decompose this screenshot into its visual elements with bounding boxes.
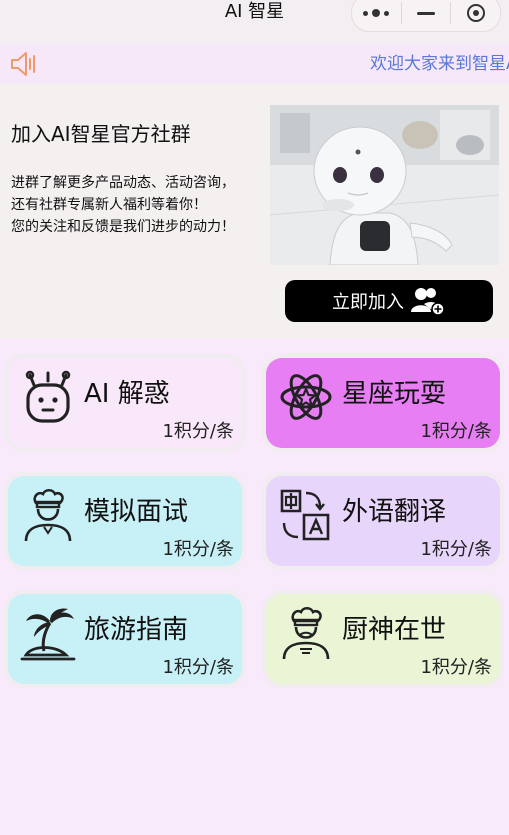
community-card: 加入AI智星官方社群 进群了解更多产品动态、活动咨询， 还有社群专属新人福利等着… (0, 84, 509, 338)
feature-name: 模拟面试 (84, 497, 189, 527)
speaker-icon (11, 52, 35, 76)
community-description: 进群了解更多产品动态、活动咨询， 还有社群专属新人福利等着你！ 您的关注和反馈是… (11, 172, 235, 238)
notice-bar: 欢迎大家来到智星AI (0, 44, 509, 84)
feature-cost: 1积分/条 (162, 421, 234, 442)
feature-cost: 1积分/条 (420, 539, 492, 560)
join-community-button[interactable]: 立即加入 (285, 280, 493, 322)
feature-card-translate[interactable]: 外语翻译 1积分/条 (266, 476, 500, 566)
minimize-button[interactable] (402, 0, 451, 31)
feature-cost: 1积分/条 (420, 421, 492, 442)
feature-cost: 1积分/条 (162, 657, 234, 678)
robot-face-icon (25, 370, 71, 423)
add-group-icon (411, 288, 445, 316)
feature-card-travel[interactable]: 旅游指南 1积分/条 (8, 594, 242, 684)
join-button-label: 立即加入 (332, 292, 404, 313)
close-button[interactable] (451, 0, 500, 31)
description-line: 进群了解更多产品动态、活动咨询， (11, 175, 235, 191)
description-line: 还有社群专属新人福利等着你！ (11, 197, 207, 213)
feature-card-ai-qa[interactable]: AI 解惑 1积分/条 (8, 358, 242, 448)
atom-star-icon (280, 374, 332, 420)
feature-name: 外语翻译 (342, 497, 447, 527)
notice-text: 欢迎大家来到智星AI (370, 54, 509, 74)
more-button[interactable] (352, 0, 401, 31)
title-bar: AI 智星 (0, 0, 509, 44)
mini-program-capsule (351, 0, 501, 32)
feature-name: 星座玩耍 (342, 379, 447, 409)
feature-card-chef[interactable]: 厨神在世 1积分/条 (266, 594, 500, 684)
feature-card-horoscope[interactable]: 星座玩耍 1积分/条 (266, 358, 500, 448)
chef-icon (282, 606, 330, 660)
feature-card-interview[interactable]: 模拟面试 1积分/条 (8, 476, 242, 566)
feature-name: AI 解惑 (84, 379, 170, 409)
feature-cost: 1积分/条 (162, 539, 234, 560)
translate-icon (280, 489, 330, 541)
robot-photo (270, 105, 499, 265)
close-target-icon (466, 4, 485, 22)
more-dots-icon (363, 9, 390, 17)
feature-grid: AI 解惑 1积分/条 星座玩耍 1积分/条 模拟面试 1积分/条 外语翻译 1… (0, 338, 509, 698)
description-line: 您的关注和反馈是我们进步的动力！ (11, 219, 235, 235)
community-heading: 加入AI智星官方社群 (11, 122, 191, 146)
feature-cost: 1积分/条 (420, 657, 492, 678)
palm-island-icon (20, 608, 76, 661)
chef-person-icon (24, 488, 72, 542)
feature-name: 旅游指南 (84, 615, 189, 645)
feature-name: 厨神在世 (342, 615, 447, 645)
minimize-icon (417, 11, 435, 15)
